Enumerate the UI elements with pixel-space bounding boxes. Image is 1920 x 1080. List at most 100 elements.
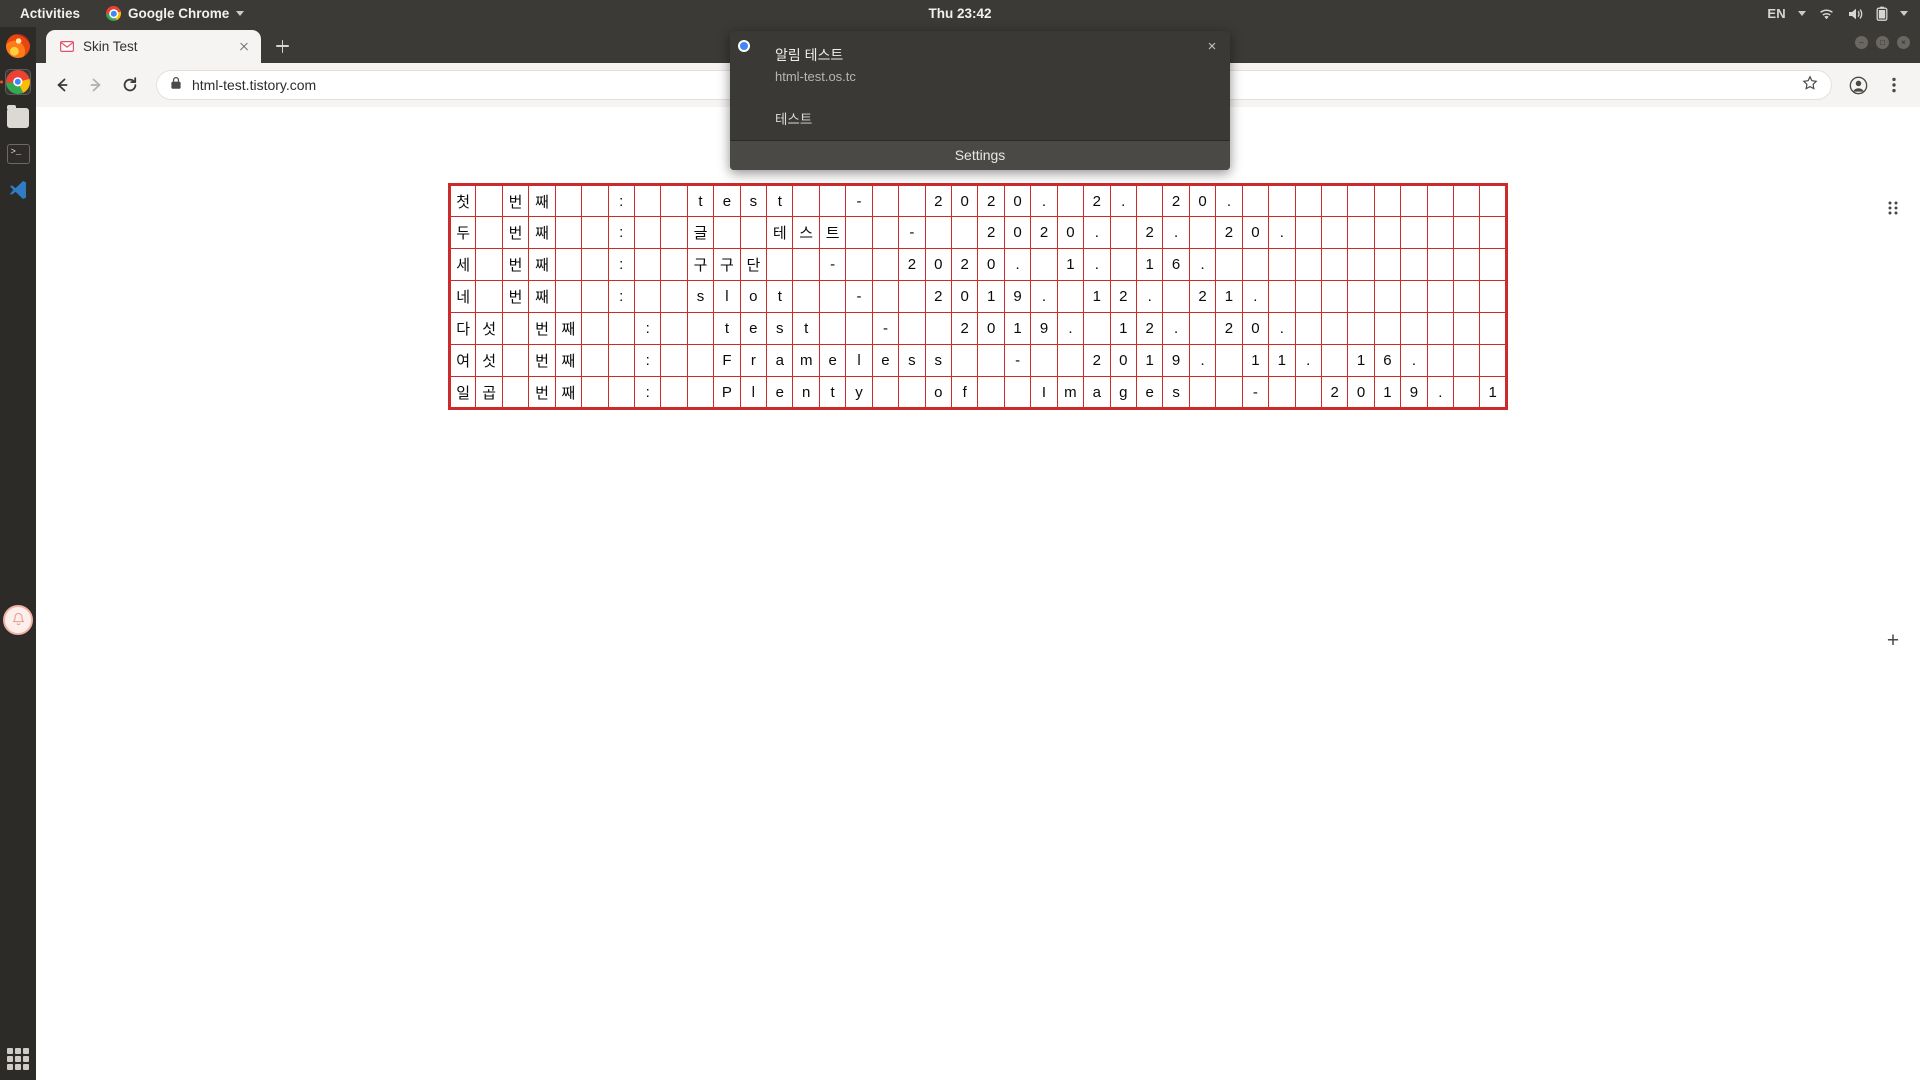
table-cell [1031, 249, 1057, 281]
table-cell [582, 313, 608, 345]
table-cell [687, 313, 713, 345]
table-cell: t [819, 377, 845, 409]
table-cell: P [714, 377, 740, 409]
reload-button[interactable] [114, 69, 146, 101]
notification-settings-button[interactable]: Settings [730, 140, 1230, 170]
dock-item-vscode[interactable] [5, 177, 31, 203]
back-button[interactable] [46, 69, 78, 101]
table-cell [687, 345, 713, 377]
table-cell: . [1269, 217, 1295, 249]
table-cell [1057, 185, 1083, 217]
table-cell [608, 313, 634, 345]
table-cell: 2 [925, 185, 951, 217]
table-cell: 1 [1136, 249, 1162, 281]
table-cell [1480, 313, 1507, 345]
table-cell [1189, 313, 1215, 345]
table-cell [1454, 313, 1480, 345]
chrome-icon [744, 46, 763, 65]
table-cell [1216, 377, 1242, 409]
maximize-button[interactable]: □ [1876, 36, 1889, 49]
table-cell: 1 [978, 281, 1004, 313]
profile-avatar[interactable] [1842, 69, 1874, 101]
forward-button[interactable] [80, 69, 112, 101]
table-row: 세번째:구구단-2020.1.16. [450, 249, 1507, 281]
table-cell [819, 313, 845, 345]
table-row: 첫번째:test-2020.2.20. [450, 185, 1507, 217]
table-cell: 1 [1242, 345, 1268, 377]
table-cell: 2 [978, 217, 1004, 249]
close-icon[interactable] [236, 39, 252, 55]
keyboard-layout-label[interactable]: EN [1767, 6, 1786, 21]
table-cell [1216, 345, 1242, 377]
table-cell: t [687, 185, 713, 217]
table-cell: 1 [1084, 281, 1110, 313]
activities-button[interactable]: Activities [14, 4, 86, 23]
table-cell: 6 [1163, 249, 1189, 281]
table-cell [1401, 281, 1427, 313]
table-cell: 0 [1348, 377, 1374, 409]
dock-item-terminal[interactable] [5, 141, 31, 167]
table-cell: m [1057, 377, 1083, 409]
table-cell: 2 [978, 185, 1004, 217]
table-cell: 1 [1480, 377, 1507, 409]
table-cell [1242, 185, 1268, 217]
table-cell: 째 [529, 249, 555, 281]
table-cell: - [1004, 345, 1030, 377]
minimize-button[interactable]: – [1855, 36, 1868, 49]
table-cell [582, 281, 608, 313]
table-cell [1374, 281, 1400, 313]
star-icon[interactable] [1802, 75, 1818, 96]
chrome-window: Skin Test – □ × html-test.tisto [36, 27, 1920, 1080]
tab-skin-test[interactable]: Skin Test [46, 30, 261, 63]
app-menu-label: Google Chrome [128, 6, 229, 21]
table-cell [1321, 217, 1347, 249]
table-cell [819, 185, 845, 217]
app-menu-chrome[interactable]: Google Chrome [100, 4, 250, 23]
table-cell [819, 281, 845, 313]
table-cell: 째 [555, 313, 581, 345]
table-cell: 째 [555, 377, 581, 409]
table-row: 다섯번째:test-2019.12.20. [450, 313, 1507, 345]
table-cell [582, 345, 608, 377]
table-cell [978, 345, 1004, 377]
table-cell: t [767, 281, 793, 313]
table-cell [793, 185, 819, 217]
table-cell [1084, 313, 1110, 345]
add-button[interactable]: + [1880, 627, 1906, 653]
clock[interactable]: Thu 23:42 [0, 6, 1920, 21]
table-cell [661, 217, 687, 249]
table-cell: I [1031, 377, 1057, 409]
table-cell: 2 [952, 249, 978, 281]
dock-item-google-chrome[interactable] [5, 69, 31, 95]
table-cell: s [1163, 377, 1189, 409]
table-cell: 2 [925, 281, 951, 313]
battery-icon [1876, 6, 1888, 21]
table-cell: 9 [1163, 345, 1189, 377]
system-menu-caret-icon[interactable] [1900, 11, 1908, 16]
table-cell: l [846, 345, 872, 377]
table-cell [1427, 281, 1453, 313]
table-cell [1427, 217, 1453, 249]
notification-indicator[interactable] [3, 605, 33, 635]
table-cell: 2 [1084, 185, 1110, 217]
chrome-notification-popup[interactable]: 알림 테스트 html-test.os.tc 테스트 × Settings [730, 31, 1230, 170]
table-cell: 번 [502, 281, 528, 313]
table-cell [1057, 281, 1083, 313]
table-cell [1454, 217, 1480, 249]
dock-item-files[interactable] [5, 105, 31, 131]
close-icon[interactable]: × [1204, 39, 1220, 55]
table-cell: F [714, 345, 740, 377]
table-cell [1427, 313, 1453, 345]
close-window-button[interactable]: × [1897, 36, 1910, 49]
drag-handle-icon[interactable] [1880, 195, 1906, 221]
table-cell: 구 [687, 249, 713, 281]
three-dot-menu-icon[interactable] [1878, 69, 1910, 101]
table-cell [502, 377, 528, 409]
table-cell: f [952, 377, 978, 409]
new-tab-button[interactable] [268, 32, 296, 60]
dock-item-firefox[interactable] [5, 33, 31, 59]
notification-title: 알림 테스트 [775, 45, 1216, 65]
show-applications-button[interactable] [7, 1048, 29, 1070]
table-cell: . [1295, 345, 1321, 377]
table-cell: . [1031, 185, 1057, 217]
